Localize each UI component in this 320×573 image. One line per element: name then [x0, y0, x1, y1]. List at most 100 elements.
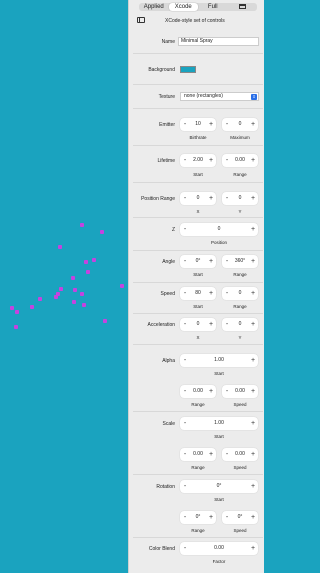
particle	[58, 245, 62, 249]
color-blend-caption: Factor	[212, 559, 226, 564]
particle	[86, 270, 90, 274]
window-icon	[238, 3, 246, 9]
angle-label: Angle	[162, 259, 175, 265]
scale-speed-value: 0.00	[235, 451, 245, 457]
particle	[14, 325, 18, 329]
scale-start-stepper[interactable]: -1.00 +	[180, 417, 258, 430]
speed-range-value: 0	[238, 290, 242, 296]
rotation-speed-value: 0°	[237, 514, 243, 520]
birthrate-caption: Birthrate	[189, 135, 207, 140]
acceleration-y-value: 0	[238, 321, 242, 327]
scale-range-caption: Range	[191, 465, 205, 470]
particle	[103, 319, 107, 323]
rotation-start-caption: Start	[214, 497, 224, 502]
speed-start-value: 80	[195, 290, 201, 296]
rotation-speed-stepper[interactable]: -0° +	[222, 511, 258, 524]
alpha-range-stepper[interactable]: -0.00 +	[180, 385, 216, 398]
particle	[15, 310, 19, 314]
rotation-speed-caption: Speed	[233, 528, 247, 533]
maximum-value: 0	[238, 121, 242, 127]
particle	[120, 284, 124, 288]
angle-range-value: 360°	[234, 258, 246, 264]
alpha-start-caption: Start	[214, 371, 224, 376]
tab-full[interactable]: Full	[198, 3, 228, 11]
name-field[interactable]: Minimal Spray	[178, 37, 259, 46]
alpha-speed-value: 0.00	[235, 388, 245, 394]
particle	[54, 295, 58, 299]
rotation-label: Rotation	[156, 484, 175, 490]
particle	[100, 230, 104, 234]
color-blend-label: Color Blend	[148, 546, 175, 552]
color-blend-value: 0.00	[214, 545, 224, 551]
particle	[80, 223, 84, 227]
background-color-well[interactable]	[180, 66, 196, 73]
texture-select[interactable]: none (rectangles) ⇕	[180, 92, 259, 101]
position-x-stepper[interactable]: -0 +	[180, 192, 216, 205]
scale-speed-caption: Speed	[233, 465, 247, 470]
angle-range-stepper[interactable]: -360° +	[222, 255, 258, 268]
scale-speed-stepper[interactable]: -0.00 +	[222, 448, 258, 461]
tab-applied[interactable]: Applied	[139, 3, 169, 11]
rotation-range-caption: Range	[191, 528, 205, 533]
alpha-range-caption: Range	[191, 402, 205, 407]
position-range-label: Position Range	[141, 196, 175, 202]
acceleration-x-caption: X	[196, 335, 200, 340]
maximum-stepper[interactable]: -0 +	[222, 118, 258, 131]
lifetime-start-caption: Start	[193, 172, 203, 177]
texture-value: none (rectangles)	[184, 93, 223, 99]
alpha-start-value: 1.00	[214, 357, 224, 363]
maximum-caption: Maximum	[230, 135, 250, 140]
acceleration-y-stepper[interactable]: -0 +	[222, 318, 258, 331]
lifetime-range-caption: Range	[233, 172, 247, 177]
scale-range-value: 0.00	[193, 451, 203, 457]
lifetime-start-value: 2.00	[193, 157, 203, 163]
particle	[10, 306, 14, 310]
acceleration-y-caption: Y	[238, 335, 242, 340]
z-label: Z	[171, 227, 175, 233]
alpha-range-value: 0.00	[193, 388, 203, 394]
scale-start-value: 1.00	[214, 420, 224, 426]
lifetime-range-stepper[interactable]: -0.00 +	[222, 154, 258, 167]
rotation-range-stepper[interactable]: -0° +	[180, 511, 216, 524]
scale-range-stepper[interactable]: -0.00 +	[180, 448, 216, 461]
particle	[38, 297, 42, 301]
particle	[84, 260, 88, 264]
name-label: Name	[161, 39, 175, 45]
angle-start-stepper[interactable]: -0° +	[180, 255, 216, 268]
position-y-caption: Y	[238, 209, 242, 214]
angle-start-value: 0°	[195, 258, 201, 264]
rotation-start-stepper[interactable]: -0° +	[180, 480, 258, 493]
birthrate-stepper[interactable]: -10 +	[180, 118, 216, 131]
position-y-stepper[interactable]: -0 +	[222, 192, 258, 205]
lifetime-start-stepper[interactable]: -2.00 +	[180, 154, 216, 167]
angle-range-caption: Range	[233, 272, 247, 277]
view-mode-segmented-control[interactable]: Applied Xcode Full	[139, 3, 257, 11]
tab-window[interactable]	[228, 3, 258, 11]
scale-start-caption: Start	[214, 434, 224, 439]
angle-start-caption: Start	[193, 272, 203, 277]
acceleration-x-value: 0	[196, 321, 200, 327]
alpha-speed-stepper[interactable]: -0.00 +	[222, 385, 258, 398]
chevron-updown-icon: ⇕	[251, 94, 257, 100]
particle	[73, 288, 77, 292]
acceleration-x-stepper[interactable]: -0 +	[180, 318, 216, 331]
alpha-speed-caption: Speed	[233, 402, 247, 407]
tab-xcode[interactable]: Xcode	[168, 3, 198, 11]
alpha-label: Alpha	[162, 358, 175, 364]
particle	[72, 300, 76, 304]
rotation-start-value: 0°	[216, 483, 222, 489]
color-blend-stepper[interactable]: -0.00 +	[180, 542, 258, 555]
particle-canvas[interactable]	[0, 0, 128, 573]
speed-start-stepper[interactable]: -80 +	[180, 287, 216, 300]
alpha-start-stepper[interactable]: -1.00 +	[180, 354, 258, 367]
speed-start-caption: Start	[193, 304, 203, 309]
position-x-value: 0	[196, 195, 200, 201]
rotation-range-value: 0°	[195, 514, 201, 520]
sidebar-toggle-icon[interactable]	[137, 17, 145, 23]
speed-range-stepper[interactable]: -0 +	[222, 287, 258, 300]
particle	[30, 305, 34, 309]
controls-panel: Applied Xcode Full XCode-style set of co…	[128, 0, 264, 573]
lifetime-range-value: 0.00	[235, 157, 245, 163]
z-stepper[interactable]: -0 +	[180, 223, 258, 236]
particle	[92, 258, 96, 262]
